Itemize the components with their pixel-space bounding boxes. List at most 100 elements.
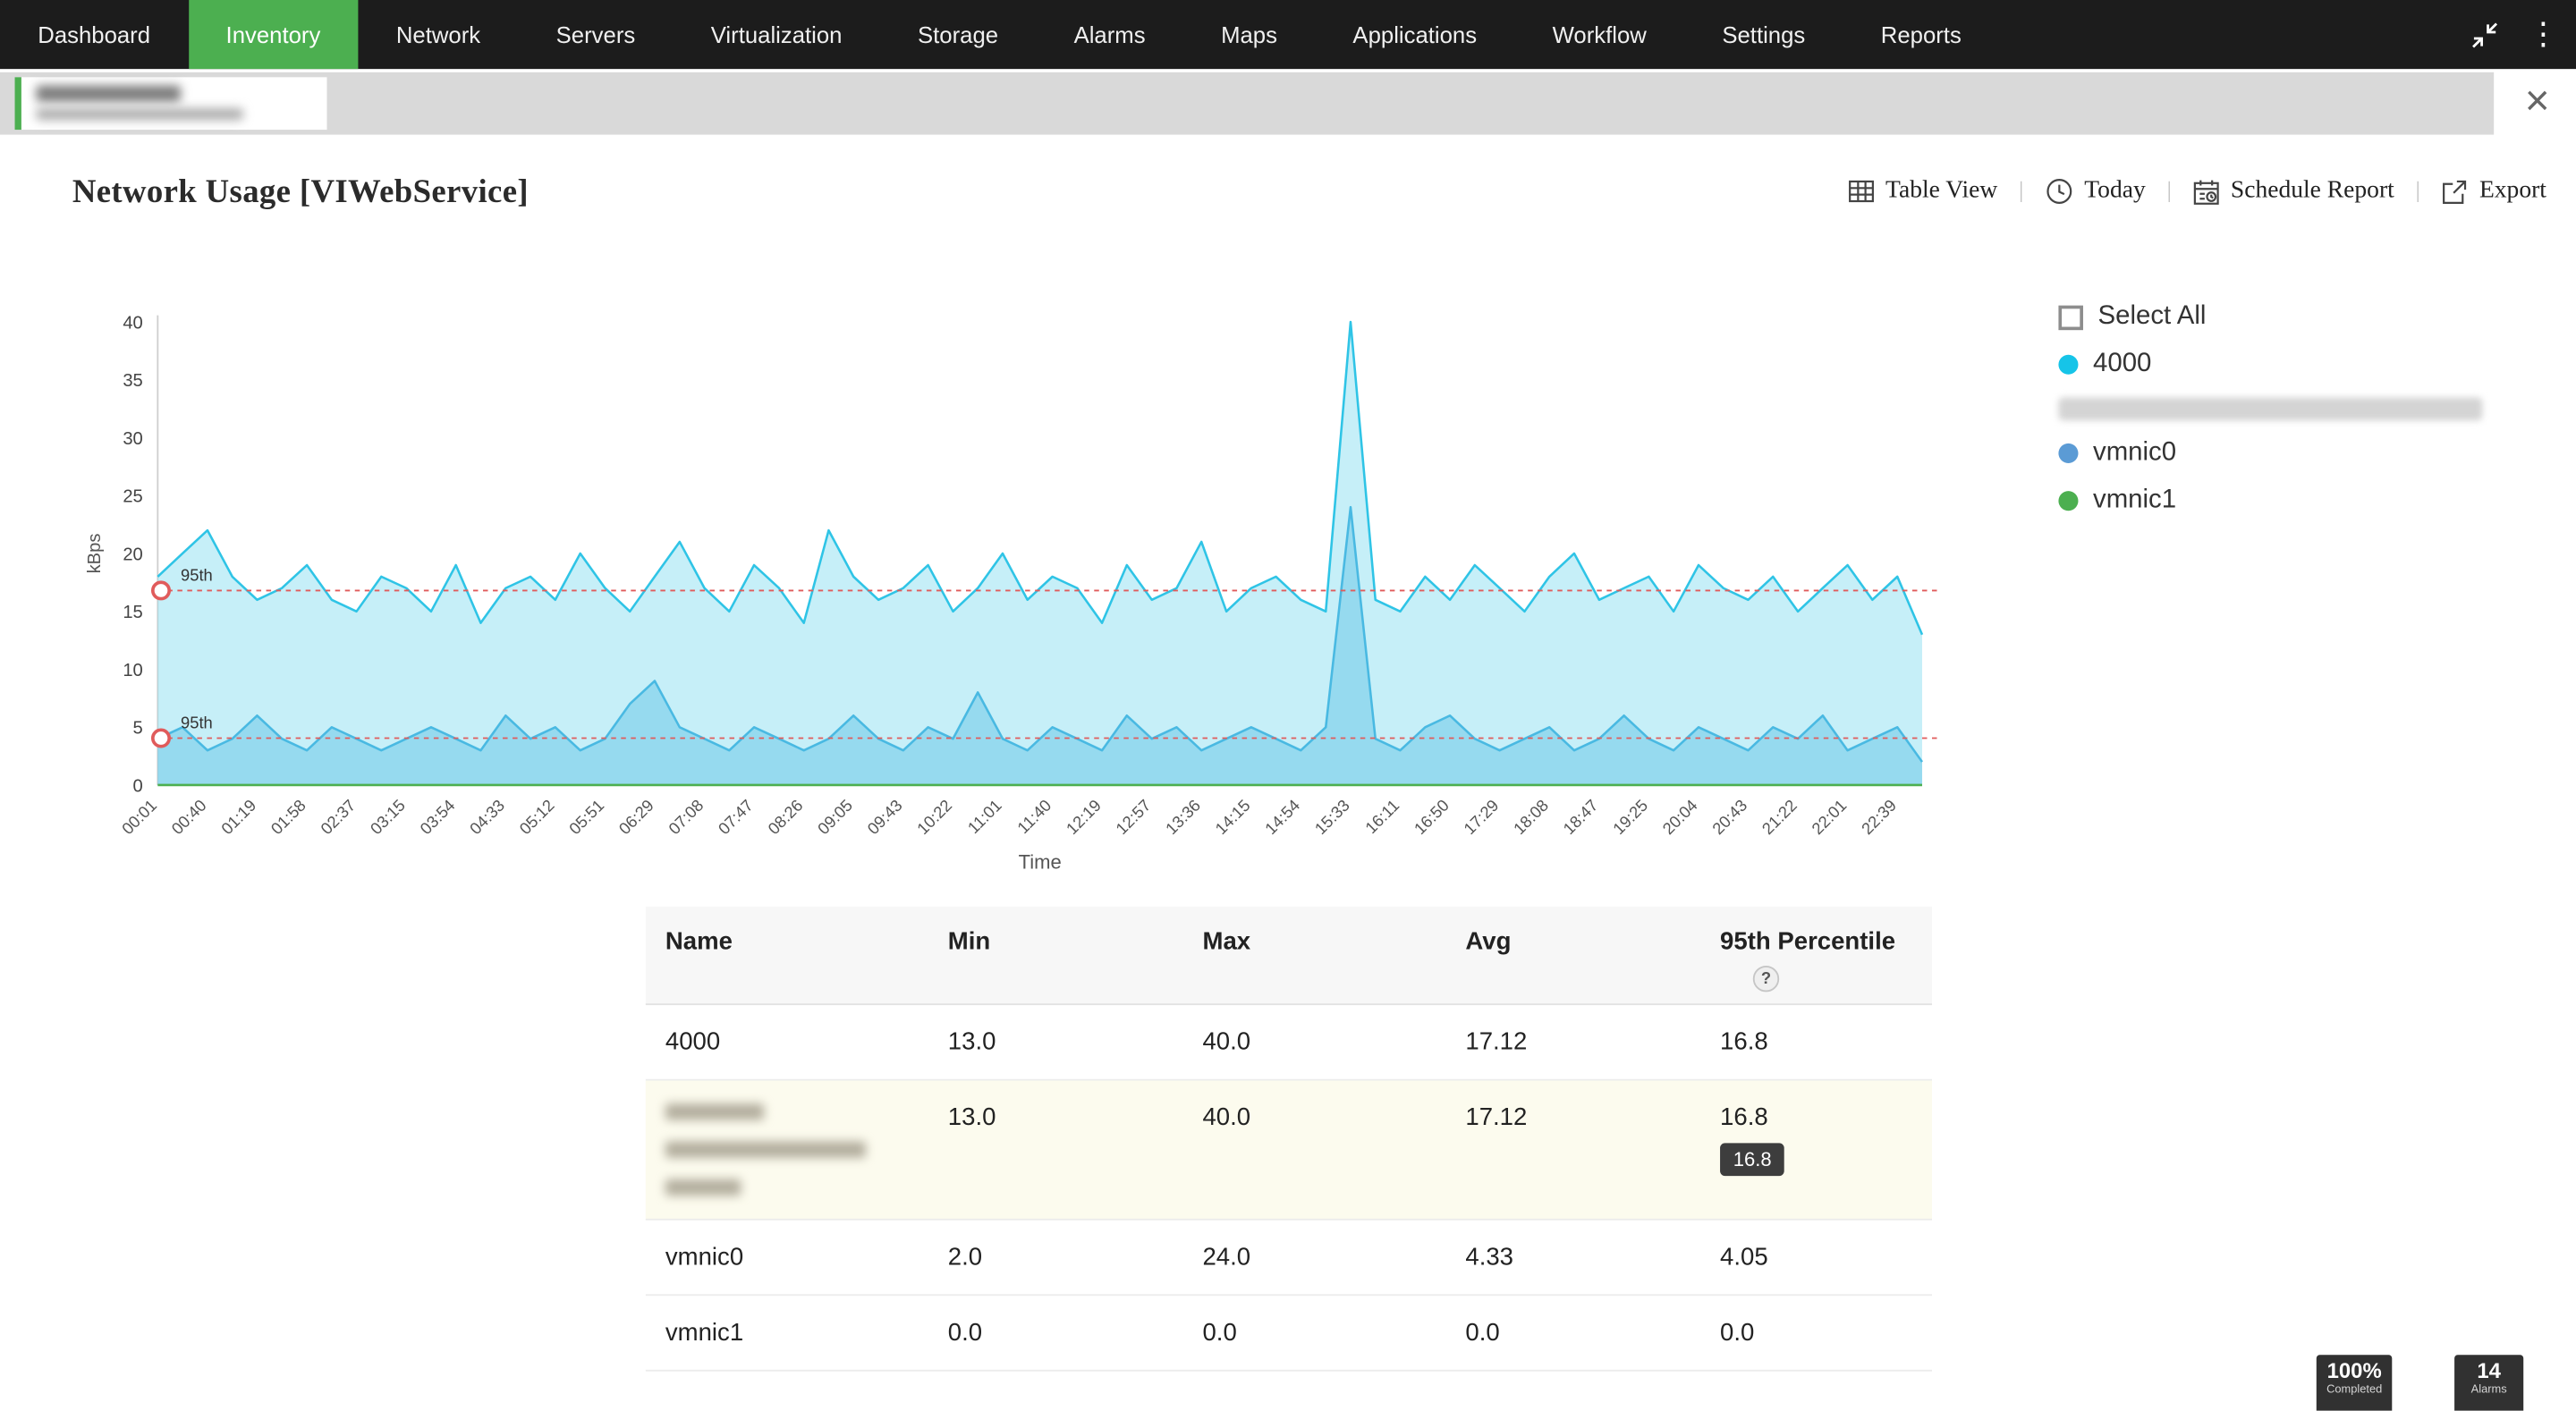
top-navigation: Dashboard Inventory Network Servers Virt… (0, 0, 2576, 69)
svg-text:02:37: 02:37 (317, 796, 359, 838)
svg-text:10:22: 10:22 (913, 796, 955, 838)
nav-item-inventory[interactable]: Inventory (188, 0, 358, 69)
legend-item-label: 4000 (2093, 350, 2151, 379)
svg-text:18:08: 18:08 (1510, 796, 1552, 838)
progress-value: 100% (2326, 1360, 2382, 1383)
table-view-label: Table View (1885, 177, 1997, 205)
svg-text:22:01: 22:01 (1808, 796, 1850, 838)
svg-text:13:36: 13:36 (1162, 796, 1204, 838)
nav-item-reports[interactable]: Reports (1843, 0, 2000, 69)
legend-item-redacted[interactable] (2058, 397, 2518, 420)
page-title: Network Usage [VIWebService] (72, 174, 529, 212)
svg-text:11:01: 11:01 (963, 796, 1004, 837)
legend-item-4000[interactable]: 4000 (2058, 350, 2518, 379)
legend-item-vmnic0[interactable]: vmnic0 (2058, 438, 2518, 468)
alarms-label: Alarms (2464, 1383, 2513, 1398)
svg-text:5: 5 (133, 719, 143, 739)
close-icon[interactable]: × (2525, 79, 2550, 122)
redacted-legend-label (2058, 397, 2482, 420)
table-row-highlighted: 13.0 40.0 17.12 16.8 16.8 (646, 1081, 1932, 1221)
table-view-button[interactable]: Table View (1848, 177, 1997, 205)
svg-text:17:29: 17:29 (1460, 796, 1502, 838)
svg-text:06:29: 06:29 (614, 796, 657, 838)
svg-text:0: 0 (133, 776, 143, 796)
nav-item-dashboard[interactable]: Dashboard (0, 0, 188, 69)
nav-item-maps[interactable]: Maps (1183, 0, 1315, 69)
col-header-min: Min (928, 928, 1183, 993)
svg-text:40: 40 (123, 313, 142, 333)
svg-text:Time: Time (1019, 851, 1062, 874)
nav-item-network[interactable]: Network (359, 0, 519, 69)
legend-item-vmnic1[interactable]: vmnic1 (2058, 486, 2518, 516)
svg-text:04:33: 04:33 (466, 796, 508, 838)
nav-item-virtualization[interactable]: Virtualization (673, 0, 879, 69)
alarms-value: 14 (2464, 1360, 2513, 1383)
export-label: Export (2479, 177, 2546, 205)
nav-item-workflow[interactable]: Workflow (1514, 0, 1684, 69)
table-row: vmnic0 2.0 24.0 4.33 4.05 (646, 1221, 1932, 1296)
row-name: vmnic1 (646, 1319, 928, 1347)
table-row: 4000 13.0 40.0 17.12 16.8 (646, 1005, 1932, 1080)
device-tab-strip (0, 72, 2494, 135)
row-avg: 4.33 (1445, 1243, 1700, 1271)
nav-item-alarms[interactable]: Alarms (1036, 0, 1183, 69)
svg-text:35: 35 (123, 371, 142, 391)
svg-text:08:26: 08:26 (764, 796, 806, 838)
statistics-table: Name Min Max Avg 95th Percentile ? 4000 … (646, 907, 1932, 1372)
nav-item-servers[interactable]: Servers (518, 0, 673, 69)
nav-item-settings[interactable]: Settings (1684, 0, 1843, 69)
progress-label: Completed (2326, 1383, 2382, 1398)
nav-right-tools: ⋮ (2468, 0, 2560, 69)
selected-device-chip[interactable] (15, 77, 327, 130)
redacted-device-subtitle (36, 108, 242, 120)
export-button[interactable]: Export (2442, 177, 2546, 205)
legend-item-label: vmnic1 (2093, 486, 2176, 516)
report-actions: Table View | Today | Schedule Report | E… (1848, 177, 2546, 205)
select-all-row[interactable]: Select All (2058, 302, 2518, 332)
discovery-progress-badge[interactable]: 100% Completed (2317, 1355, 2392, 1410)
nav-item-applications[interactable]: Applications (1315, 0, 1514, 69)
select-all-checkbox[interactable] (2058, 305, 2083, 330)
legend-item-label: vmnic0 (2093, 438, 2176, 468)
svg-text:18:47: 18:47 (1559, 796, 1601, 838)
svg-text:03:15: 03:15 (367, 796, 409, 838)
svg-text:kBps: kBps (85, 534, 105, 574)
kebab-menu-icon[interactable]: ⋮ (2527, 18, 2560, 51)
svg-text:11:40: 11:40 (1013, 796, 1055, 837)
svg-text:12:19: 12:19 (1063, 796, 1105, 838)
separator: | (2019, 178, 2023, 204)
schedule-report-label: Schedule Report (2231, 177, 2394, 205)
time-period-button[interactable]: Today (2045, 177, 2146, 205)
calendar-icon (2193, 178, 2219, 204)
row-p95: 0.0 (1700, 1319, 1932, 1347)
svg-text:00:01: 00:01 (118, 796, 160, 838)
svg-text:01:58: 01:58 (267, 796, 309, 838)
svg-text:14:15: 14:15 (1211, 796, 1253, 838)
svg-text:16:11: 16:11 (1361, 796, 1402, 837)
separator: | (2167, 178, 2172, 204)
svg-text:95th: 95th (181, 565, 213, 584)
row-avg: 17.12 (1445, 1028, 1700, 1056)
svg-text:07:08: 07:08 (665, 796, 707, 838)
redacted-row-name (646, 1103, 928, 1196)
row-min: 13.0 (928, 1028, 1183, 1056)
alarms-count-badge[interactable]: 14 Alarms (2454, 1355, 2523, 1410)
svg-text:00:40: 00:40 (167, 796, 209, 838)
svg-text:95th: 95th (181, 713, 213, 731)
collapse-icon[interactable] (2468, 18, 2501, 51)
nav-item-storage[interactable]: Storage (880, 0, 1037, 69)
col-header-name: Name (646, 928, 928, 993)
col-header-95th: 95th Percentile ? (1700, 928, 1932, 993)
svg-text:05:51: 05:51 (565, 796, 607, 838)
help-icon[interactable]: ? (1753, 966, 1779, 992)
svg-text:12:57: 12:57 (1112, 796, 1154, 838)
col-header-avg: Avg (1445, 928, 1700, 993)
svg-text:14:54: 14:54 (1261, 796, 1303, 838)
chart-legend: Select All 4000 vmnic0 vmnic1 (2058, 302, 2518, 534)
svg-text:10: 10 (123, 661, 142, 680)
schedule-report-button[interactable]: Schedule Report (2193, 177, 2394, 205)
col-header-max: Max (1182, 928, 1445, 993)
svg-text:20:43: 20:43 (1708, 796, 1750, 838)
svg-text:09:43: 09:43 (863, 796, 905, 838)
series-color-dot (2058, 444, 2078, 463)
